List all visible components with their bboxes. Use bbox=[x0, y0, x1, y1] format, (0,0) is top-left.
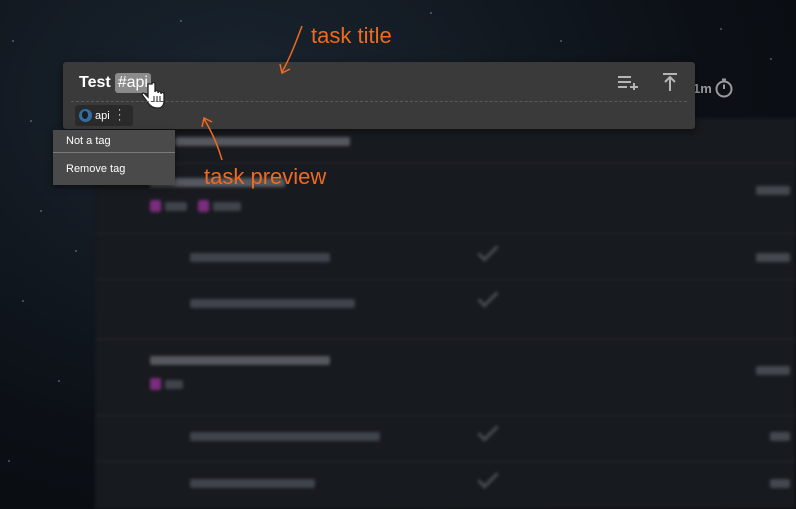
task-list-background bbox=[95, 118, 796, 509]
tag-chip-label: api bbox=[95, 109, 110, 122]
move-to-top-button[interactable] bbox=[659, 72, 681, 92]
star bbox=[180, 20, 182, 22]
list-item bbox=[95, 234, 796, 280]
star bbox=[770, 58, 772, 60]
list-item bbox=[95, 462, 796, 509]
star bbox=[430, 12, 432, 14]
star bbox=[40, 210, 42, 212]
tag-context-menu: Not a tag Remove tag bbox=[53, 130, 175, 185]
annotation-task-title: task title bbox=[311, 23, 392, 48]
annotation-arrow-preview bbox=[201, 116, 223, 161]
star bbox=[75, 250, 77, 252]
time-tracker[interactable]: 1m bbox=[693, 78, 734, 98]
move-to-top-icon bbox=[663, 73, 677, 91]
star bbox=[22, 300, 24, 302]
list-item bbox=[95, 164, 796, 234]
task-card[interactable]: Test #api bbox=[63, 62, 695, 129]
hand-cursor-icon bbox=[141, 82, 165, 109]
add-subtask-button[interactable] bbox=[617, 72, 639, 92]
star bbox=[8, 460, 10, 462]
card-actions bbox=[617, 72, 681, 92]
annotation-task-preview: task preview bbox=[204, 164, 327, 189]
globe-icon bbox=[79, 109, 92, 122]
more-options-icon[interactable]: · · · bbox=[118, 105, 122, 126]
star bbox=[58, 380, 60, 382]
card-divider bbox=[71, 101, 687, 102]
star bbox=[720, 28, 722, 30]
annotation-arrow-title bbox=[279, 25, 303, 75]
list-item bbox=[95, 280, 796, 340]
add-subtask-icon bbox=[618, 76, 638, 90]
star bbox=[560, 40, 562, 42]
time-label: 1m bbox=[693, 80, 712, 96]
star bbox=[30, 120, 32, 122]
tag-chip-api[interactable]: api · · · bbox=[75, 105, 133, 126]
list-item bbox=[95, 416, 796, 462]
star bbox=[12, 40, 14, 42]
task-title[interactable]: Test bbox=[79, 74, 111, 92]
menu-item-not-a-tag[interactable]: Not a tag bbox=[53, 130, 175, 152]
stopwatch-icon bbox=[715, 78, 733, 98]
list-item bbox=[95, 346, 796, 416]
menu-item-remove-tag[interactable]: Remove tag bbox=[53, 153, 175, 185]
